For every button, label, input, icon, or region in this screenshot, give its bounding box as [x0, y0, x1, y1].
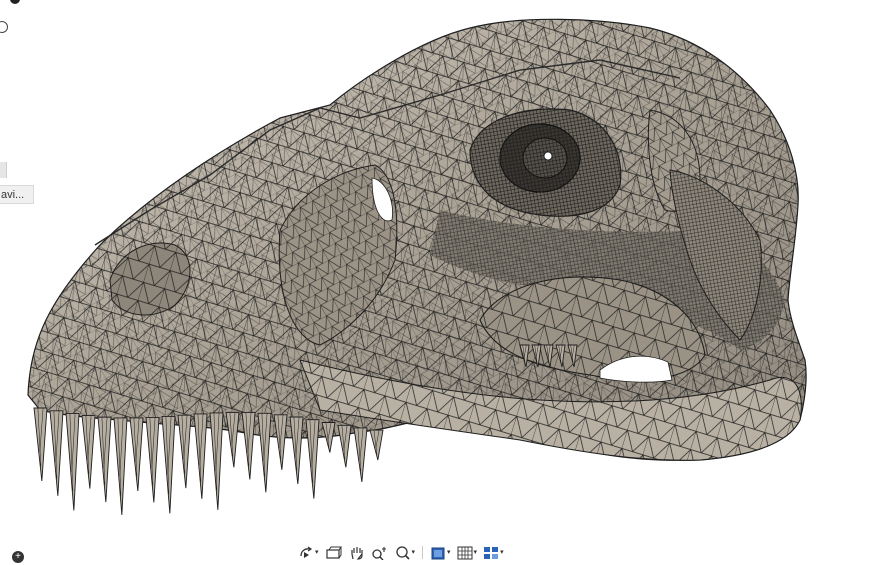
display-menu-caret[interactable]: ▾ — [447, 545, 451, 560]
look-at-icon — [325, 546, 342, 559]
grid-menu-caret[interactable]: ▾ — [474, 545, 478, 560]
navigation-toolbar: ▾ ▾ ▾ ▾ ▾ — [296, 545, 536, 560]
panel-pin-icon[interactable] — [10, 0, 20, 4]
add-comment-button[interactable]: + — [12, 551, 24, 563]
fit-zoom-tool[interactable]: ▾ — [393, 545, 418, 560]
display-style-icon — [431, 547, 445, 559]
panel-tab[interactable] — [0, 162, 7, 178]
pan-tool[interactable] — [347, 545, 367, 560]
radio-circle-icon[interactable] — [0, 21, 8, 33]
browser-item-label[interactable]: avi... — [0, 185, 34, 204]
toolbar-divider — [422, 546, 424, 559]
orbit-icon — [300, 546, 313, 558]
fit-zoom-icon — [395, 545, 410, 560]
grid-tool[interactable]: ▾ — [455, 545, 480, 560]
display-style-tool[interactable]: ▾ — [428, 545, 453, 560]
pan-hand-icon — [350, 546, 363, 560]
look-at-tool[interactable] — [323, 545, 345, 560]
viewports-menu-caret[interactable]: ▾ — [500, 545, 504, 560]
skull-mesh-model[interactable] — [0, 0, 874, 560]
orbit-tool[interactable]: ▾ — [296, 545, 321, 560]
zoom-tool[interactable] — [369, 545, 391, 560]
orbit-menu-caret[interactable]: ▾ — [315, 545, 319, 560]
fit-menu-caret[interactable]: ▾ — [412, 545, 416, 560]
grid-icon — [457, 546, 473, 559]
viewports-icon — [484, 546, 499, 559]
zoom-icon — [371, 546, 386, 560]
left-panel-strip: avi... + — [0, 0, 36, 563]
viewports-tool[interactable]: ▾ — [481, 545, 506, 560]
3d-viewport[interactable] — [0, 0, 874, 560]
